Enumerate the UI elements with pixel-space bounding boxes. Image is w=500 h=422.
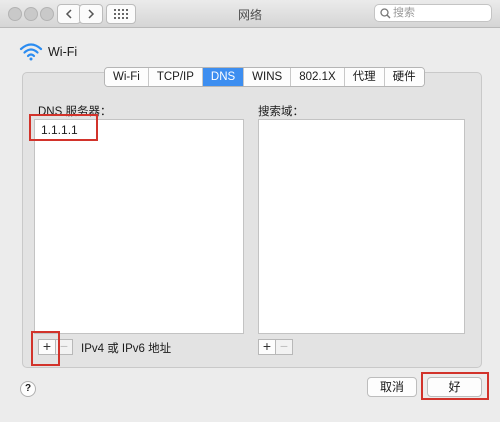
tab-hardware[interactable]: 硬件 xyxy=(384,68,424,86)
wifi-icon xyxy=(19,43,43,61)
remove-search-domain-button[interactable]: − xyxy=(275,339,293,355)
highlight-dns-entry xyxy=(29,114,98,141)
search-field[interactable] xyxy=(374,4,492,22)
tab-proxy[interactable]: 代理 xyxy=(344,68,385,86)
highlight-add-button xyxy=(31,331,60,366)
help-button[interactable]: ? xyxy=(20,381,36,397)
highlight-ok-button xyxy=(421,372,489,400)
tab-wins[interactable]: WINS xyxy=(244,68,292,86)
search-domains-list[interactable] xyxy=(258,119,465,334)
search-icon xyxy=(380,8,391,19)
tab-bar: Wi-Fi TCP/IP DNS WINS 802.1X 代理 硬件 xyxy=(104,67,425,87)
cancel-button[interactable]: 取消 xyxy=(367,377,417,397)
tab-8021x[interactable]: 802.1X xyxy=(291,68,345,86)
dns-hint: IPv4 或 IPv6 地址 xyxy=(81,343,172,355)
tab-wifi[interactable]: Wi-Fi xyxy=(105,68,149,86)
search-domains-label: 搜索域： xyxy=(258,106,304,118)
tab-dns[interactable]: DNS xyxy=(202,68,245,86)
title-bar: 网络 xyxy=(0,0,500,28)
add-search-domain-button[interactable]: + xyxy=(258,339,276,355)
search-input[interactable] xyxy=(393,5,487,21)
service-name: Wi-Fi xyxy=(48,45,78,59)
dns-servers-list[interactable]: 1.1.1.1 xyxy=(34,119,244,334)
tab-tcpip[interactable]: TCP/IP xyxy=(148,68,203,86)
